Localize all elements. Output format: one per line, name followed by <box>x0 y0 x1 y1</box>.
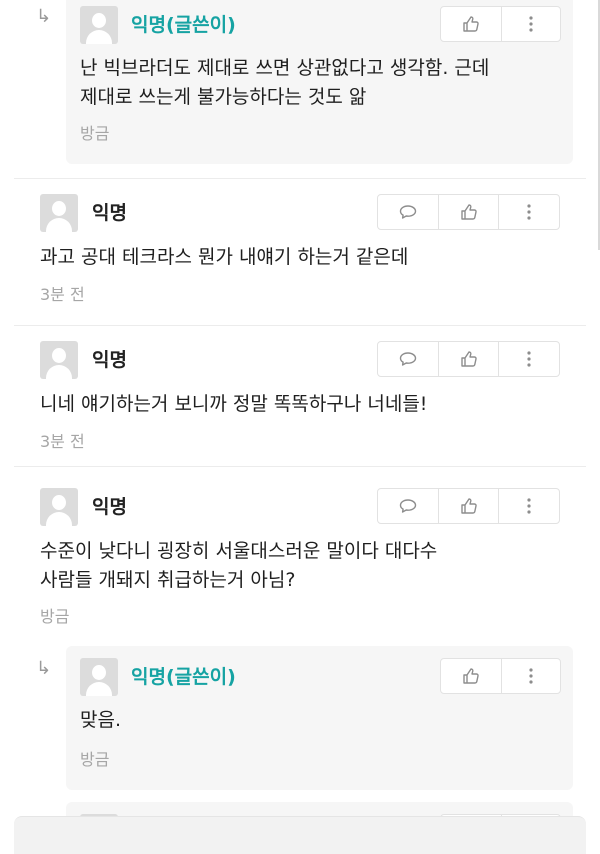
comment-time: 방금 <box>80 124 110 143</box>
avatar <box>40 341 78 379</box>
vertical-dots-icon <box>526 204 531 220</box>
avatar <box>40 194 78 232</box>
reply-arrow-icon: ↳ <box>36 658 52 679</box>
like-button[interactable] <box>438 195 498 229</box>
reply-button[interactable] <box>378 342 438 376</box>
more-button[interactable] <box>500 659 561 693</box>
reply-comment: 익명(글쓴이) 맞음. 방금 <box>66 646 573 790</box>
comment: 익명 니네 얘기하는거 보니까 정말 똑똑하구나 너네들! 3분 전 <box>14 325 586 466</box>
avatar <box>40 488 78 526</box>
thumbs-up-icon <box>460 351 477 367</box>
comment-text: 제대로 쓰는게 불가능하다는 것도 앎 <box>80 86 367 108</box>
scrollbar[interactable] <box>594 0 600 250</box>
comment-time: 3분 전 <box>40 432 85 451</box>
speech-bubble-icon <box>399 352 417 366</box>
more-button[interactable] <box>498 195 558 229</box>
thumbs-up-icon <box>460 498 477 514</box>
vertical-dots-icon <box>526 351 531 367</box>
comment-actions <box>440 6 561 42</box>
speech-bubble-icon <box>399 499 417 513</box>
thumbs-up-icon <box>460 204 477 220</box>
vertical-dots-icon <box>529 16 533 32</box>
comment-text: 난 빅브라더도 제대로 쓰면 상관없다고 생각함. 근데 <box>80 57 490 79</box>
comment-text: 니네 얘기하는거 보니까 정말 똑똑하구나 너네들! <box>40 393 428 415</box>
like-button[interactable] <box>441 659 501 693</box>
comment-text: 과고 공대 테크라스 뭔가 내얘기 하는거 같은데 <box>40 246 409 268</box>
comment-author: 익명 <box>92 202 127 224</box>
scrollbar-thumb[interactable] <box>596 0 600 250</box>
comment-author: 익명(글쓴이) <box>131 14 236 36</box>
thumbs-up-icon <box>463 16 479 32</box>
comment-actions <box>440 658 561 694</box>
comment-input-bar[interactable] <box>14 816 586 854</box>
avatar <box>80 658 118 696</box>
more-button[interactable] <box>500 7 561 41</box>
comment-text: 맞음. <box>80 709 121 731</box>
more-button[interactable] <box>498 489 558 523</box>
comment-text: 사람들 개돼지 취급하는거 아님? <box>40 569 296 591</box>
reply-button[interactable] <box>378 195 438 229</box>
vertical-dots-icon <box>529 668 533 684</box>
more-button[interactable] <box>498 342 558 376</box>
like-button[interactable] <box>438 489 498 523</box>
comment-time: 방금 <box>80 750 110 769</box>
comment-actions <box>377 194 560 230</box>
reply-button[interactable] <box>378 489 438 523</box>
comment-actions <box>377 488 560 524</box>
comment-actions <box>377 341 560 377</box>
comment: 익명 수준이 낮다니 굉장히 서울대스러운 말이다 대다수 사람들 개돼지 취급… <box>14 466 586 636</box>
comment: 익명 과고 공대 테크라스 뭔가 내얘기 하는거 같은데 3분 전 <box>14 178 586 325</box>
comment-time: 3분 전 <box>40 285 85 304</box>
reply-comment: 익명(글쓴이) 난 빅브라더도 제대로 쓰면 상관없다고 생각함. 근데 제대로… <box>66 0 573 164</box>
comment-author: 익명(글쓴이) <box>131 666 236 688</box>
speech-bubble-icon <box>399 205 417 219</box>
vertical-dots-icon <box>526 498 531 514</box>
comment-time: 방금 <box>40 607 70 626</box>
like-button[interactable] <box>441 7 501 41</box>
comment-author: 익명 <box>92 349 127 371</box>
reply-arrow-icon: ↳ <box>36 6 52 27</box>
comment-text: 수준이 낮다니 굉장히 서울대스러운 말이다 대다수 <box>40 540 438 562</box>
like-button[interactable] <box>438 342 498 376</box>
thumbs-up-icon <box>463 668 479 684</box>
avatar <box>80 6 118 44</box>
comment-author: 익명 <box>92 496 127 518</box>
